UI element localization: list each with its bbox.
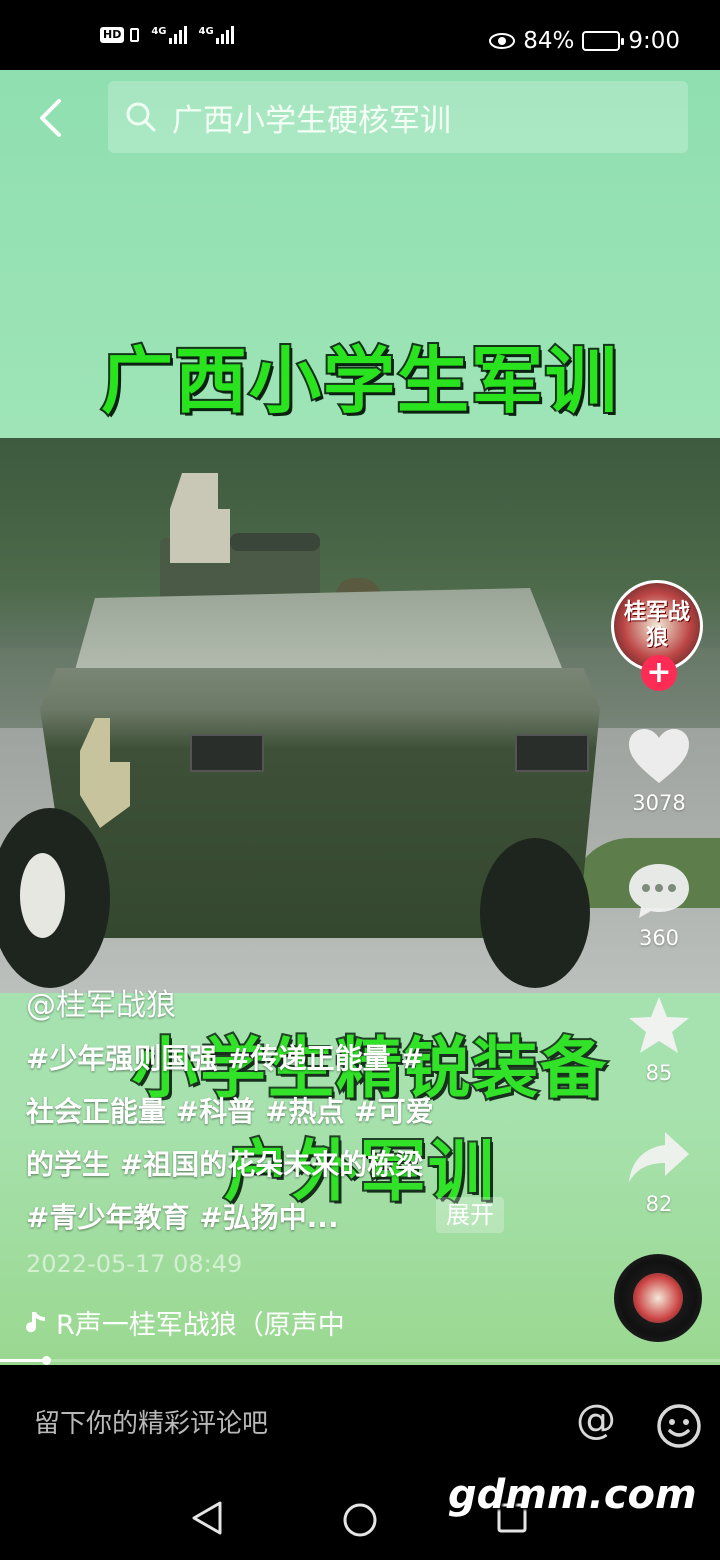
follow-button[interactable]: + — [641, 655, 677, 691]
network-type-label: 4G — [151, 26, 167, 37]
post-timestamp: 2022-05-17 08:49 — [26, 1250, 243, 1278]
vehicle-cannon — [230, 533, 320, 551]
search-query: 广西小学生硬核军训 — [172, 102, 451, 139]
progress-bar[interactable] — [0, 1359, 720, 1362]
comment-input[interactable]: 留下你的精彩评论吧 — [34, 1403, 268, 1440]
like-button[interactable]: 3078 — [616, 727, 702, 815]
network-type-label-2: 4G — [198, 26, 214, 37]
plus-icon: + — [646, 655, 672, 690]
like-count: 3078 — [632, 791, 686, 815]
sim-icon — [130, 28, 140, 42]
comment-button[interactable]: 360 — [616, 860, 702, 950]
video-frame — [0, 438, 720, 993]
vehicle-light-left — [190, 734, 264, 772]
status-bar: HD 4G 4G 84% 9:00 — [0, 0, 720, 70]
favorite-button[interactable]: 85 — [616, 995, 702, 1085]
status-right: 84% 9:00 — [489, 28, 680, 54]
back-button[interactable] — [30, 92, 70, 144]
comment-count: 360 — [638, 926, 680, 950]
disc-cover — [633, 1273, 683, 1323]
search-icon — [126, 102, 156, 132]
wheel-hub — [20, 853, 65, 938]
share-button[interactable]: 82 — [616, 1130, 702, 1216]
nav-home-icon[interactable] — [342, 1502, 378, 1538]
status-left: HD 4G 4G — [100, 26, 234, 44]
hd-badge: HD — [100, 27, 125, 43]
signal-icon: 4G — [151, 26, 187, 44]
battery-icon — [582, 31, 625, 51]
clock: 9:00 — [628, 28, 680, 54]
progress-fill — [0, 1359, 44, 1362]
progress-knob[interactable] — [42, 1356, 51, 1365]
music-title: R声一桂军战狼（原声中 — [56, 1310, 345, 1341]
expand-button[interactable]: 展开 — [436, 1197, 504, 1233]
author-name[interactable]: @桂军战狼 — [26, 980, 176, 1024]
chevron-left-icon — [40, 99, 61, 137]
caption-line: 的学生 #祖国的花朵未来的栋梁 — [26, 1148, 424, 1181]
emoji-icon[interactable] — [656, 1403, 702, 1449]
eye-icon — [489, 33, 516, 49]
favorite-count: 85 — [645, 1061, 673, 1085]
signal-icon-2: 4G — [199, 26, 234, 44]
music-disc[interactable] — [614, 1254, 702, 1342]
watermark-text: gdmm.com — [448, 1472, 697, 1518]
star-icon — [629, 997, 689, 1053]
avatar-logo-text: 桂军战狼 — [623, 600, 690, 651]
share-count: 82 — [645, 1192, 673, 1216]
vehicle-light-right — [515, 734, 589, 772]
mention-at-icon[interactable]: @ — [576, 1400, 616, 1440]
nav-back-icon[interactable] — [190, 1500, 224, 1536]
music-note-icon — [26, 1311, 45, 1332]
battery-percent: 84% — [523, 28, 575, 54]
video-title-overlay: 广西小学生军训 — [99, 337, 619, 425]
search-input[interactable]: 广西小学生硬核军训 — [108, 81, 688, 153]
vehicle-wheel-right — [480, 838, 590, 988]
music-link[interactable]: R声一桂军战狼（原声中 — [24, 1303, 411, 1342]
caption-line: 社会正能量 #科普 #热点 #可爱 — [26, 1095, 434, 1128]
comment-bar: 留下你的精彩评论吧 @ — [0, 1365, 720, 1475]
caption-line: #少年强则国强 #传递正能量 # — [26, 1042, 424, 1075]
share-arrow-icon — [629, 1132, 689, 1182]
heart-icon — [629, 729, 689, 783]
comment-icon — [629, 864, 689, 918]
